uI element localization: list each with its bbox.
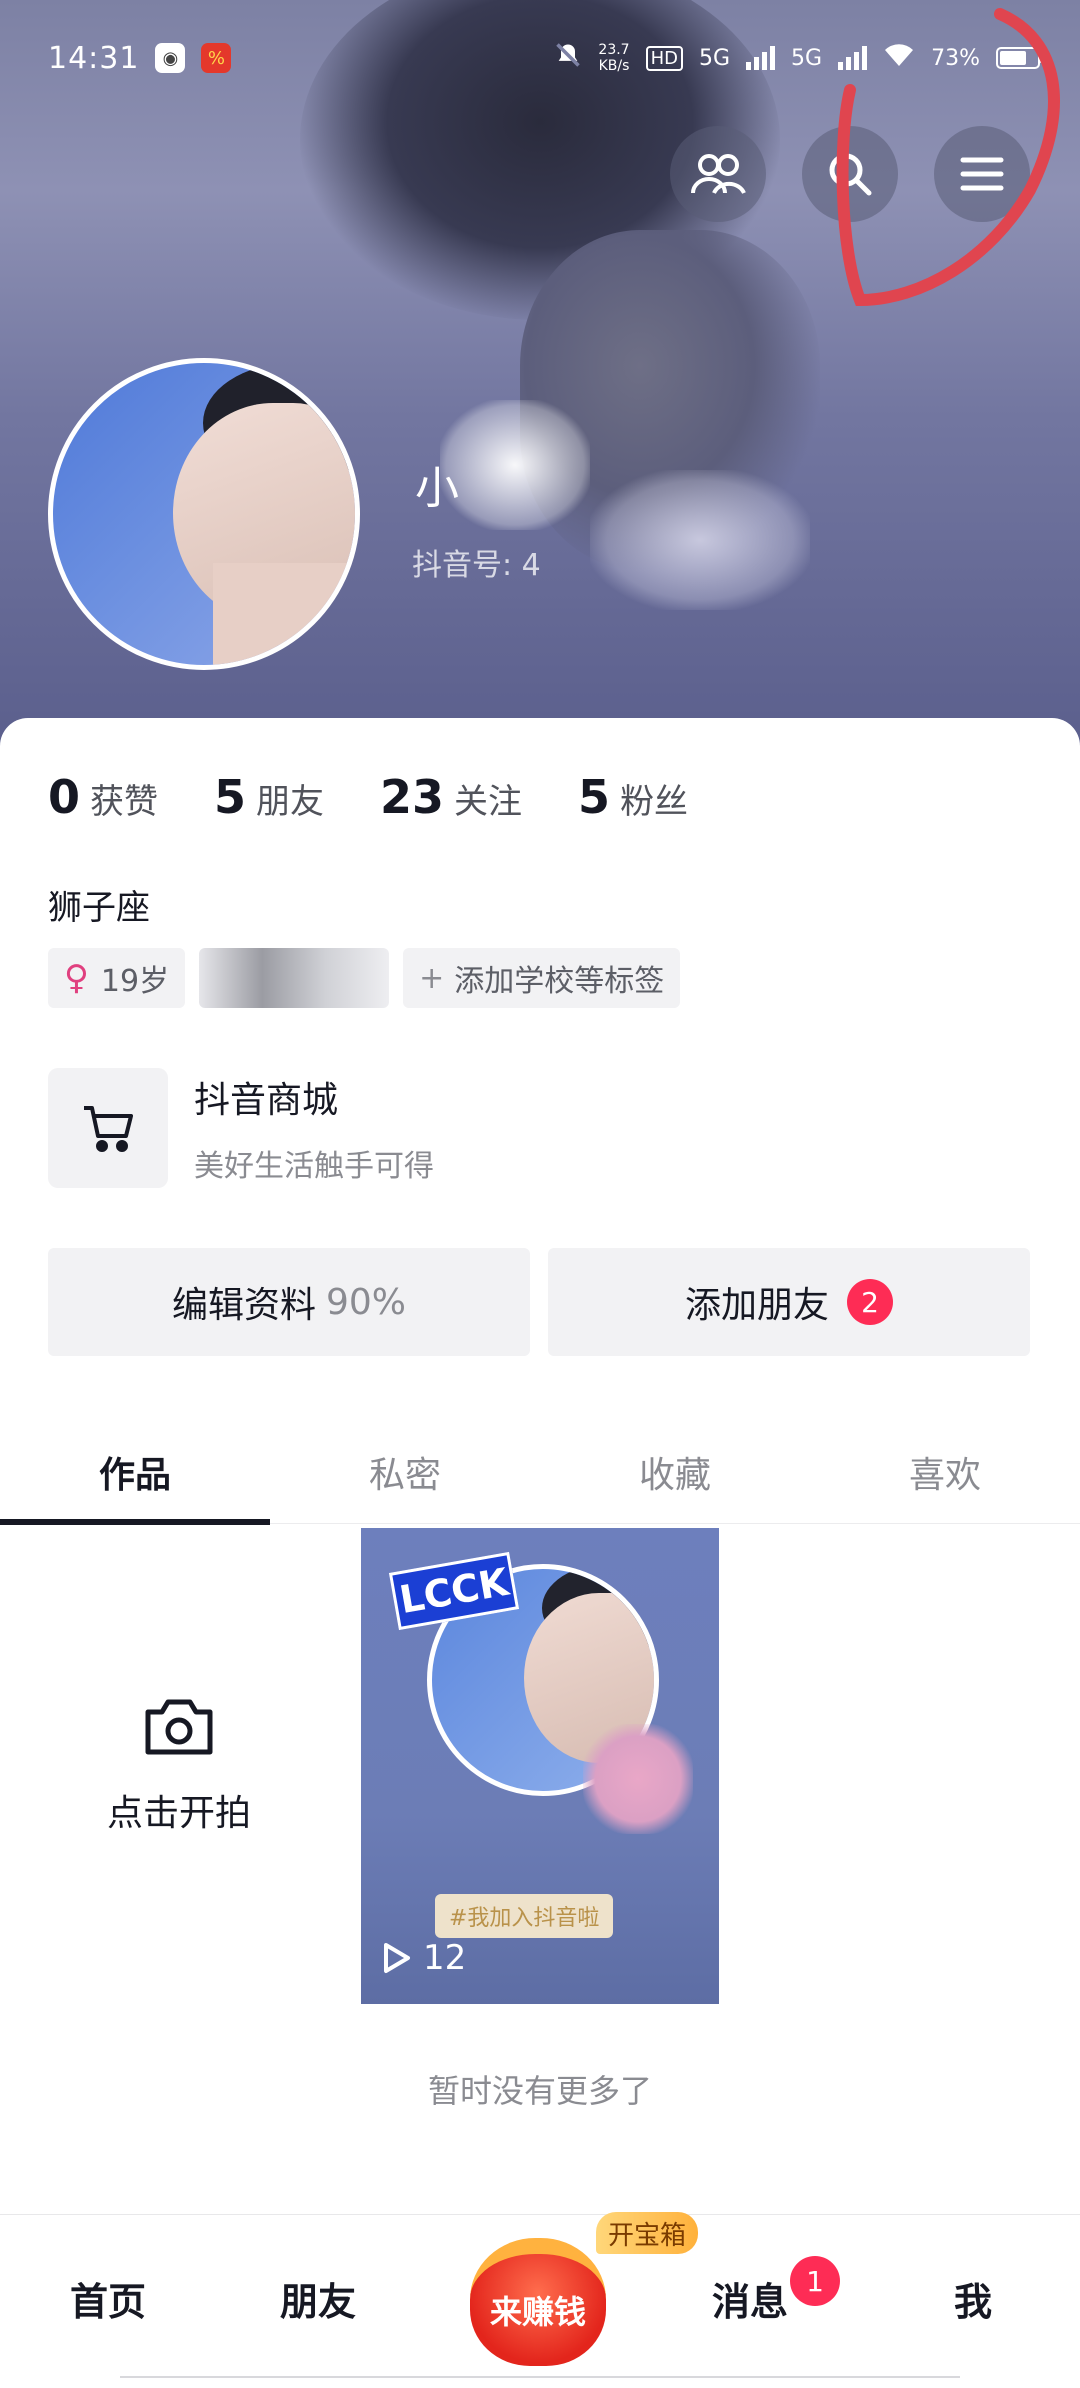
treasure-chest-badge[interactable]: 开宝箱 [596,2212,699,2254]
annotation-circle-top [836,8,1060,307]
nav-messages[interactable]: 消息 [712,2271,788,2326]
stat-following[interactable]: 23 关注 [380,770,522,824]
add-friend-label: 添加朋友 [684,1285,829,1326]
stat-value: 0 [48,770,81,824]
tag-row: ♀ 19岁 + 添加学校等标签 [48,948,681,1008]
douyin-mall-entry[interactable]: 抖音商城 美好生活触手可得 [48,1068,434,1188]
avatar-photo-shape [213,563,355,665]
play-icon [384,1943,410,1973]
redacted-tag [199,948,390,1008]
app-notification-icon: ◉ [155,43,186,73]
status-time: 14:31 [48,40,140,76]
people-icon [691,154,746,194]
gesture-bar [120,2376,960,2384]
stat-likes[interactable]: 0 获赞 [48,770,158,824]
female-icon: ♀ [64,958,89,998]
shoot-button[interactable]: 点击开拍 [0,1528,358,2004]
avatar[interactable] [48,358,360,670]
no-more-text: 暂时没有更多了 [427,2072,652,2110]
nav-me[interactable]: 我 [954,2271,992,2326]
hashtag-label: #我加入抖音啦 [435,1894,614,1938]
network-speed: 23.7 KB/s [598,42,629,74]
age-label: 19岁 [100,964,170,999]
stats-row: 0 获赞 5 朋友 23 关注 5 粉丝 [48,770,688,824]
stat-value: 5 [578,770,611,824]
nav-home[interactable]: 首页 [70,2271,146,2326]
tab-private[interactable]: 私密 [270,1420,540,1523]
tab-likes[interactable]: 喜欢 [810,1420,1080,1523]
add-friend-badge: 2 [847,1279,893,1325]
messages-badge: 1 [790,2256,840,2306]
content-tabs: 作品 私密 收藏 喜欢 [0,1420,1080,1525]
profile-completion: 90% [326,1281,407,1323]
stat-label: 获赞 [90,782,159,822]
play-count-value: 12 [423,1938,467,1978]
video-thumbnail[interactable]: LCCK #我加入抖音啦 12 [361,1528,719,2004]
tab-works[interactable]: 作品 [0,1420,270,1525]
stat-value: 5 [214,770,247,824]
plus-icon: + [419,960,445,996]
camera-icon [145,1699,213,1755]
edit-profile-label: 编辑资料 [171,1285,316,1326]
nickname: 小 [415,463,459,514]
nav-friends[interactable]: 朋友 [280,2271,356,2326]
mute-bell-icon [554,41,582,75]
tab-favorites[interactable]: 收藏 [540,1420,810,1523]
gender-age-tag: ♀ 19岁 [48,948,186,1008]
add-tag-button[interactable]: + 添加学校等标签 [403,948,681,1008]
network-speed-unit: KB/s [598,58,630,74]
douyin-id[interactable]: 抖音号: 4 [412,540,541,584]
stat-label: 关注 [454,782,523,822]
play-count: 12 [379,1938,466,1978]
bio-text: 狮子座 [48,888,150,928]
redaction-scribble [440,400,590,530]
app-notification-icon: % [201,43,232,73]
shoot-label: 点击开拍 [106,1793,251,1834]
signal-5g-label: 5G [699,45,731,71]
add-tag-label: 添加学校等标签 [454,964,665,999]
redaction-scribble [583,1724,693,1834]
edit-profile-button[interactable]: 编辑资料 90% [48,1248,530,1356]
network-speed-value: 23.7 [598,42,630,58]
friends-visitors-button[interactable] [670,126,766,222]
stat-followers[interactable]: 5 粉丝 [578,770,688,824]
action-buttons: 编辑资料 90% 添加朋友 2 [48,1248,1030,1356]
hd-icon: HD [645,45,683,71]
earn-money-button[interactable]: 来赚钱 [470,2238,606,2366]
signal-bars-icon [746,46,776,70]
mall-subtitle: 美好生活触手可得 [194,1149,434,1184]
stat-friends[interactable]: 5 朋友 [214,770,324,824]
stat-label: 粉丝 [620,782,689,822]
mall-title: 抖音商城 [194,1080,339,1121]
shopping-cart-icon [48,1068,168,1188]
works-grid: 点击开拍 LCCK #我加入抖音啦 12 [0,1528,1080,2004]
redaction-scribble [590,470,810,610]
add-friend-button[interactable]: 添加朋友 2 [548,1248,1030,1356]
stat-value: 23 [380,770,445,824]
stat-label: 朋友 [256,782,325,822]
